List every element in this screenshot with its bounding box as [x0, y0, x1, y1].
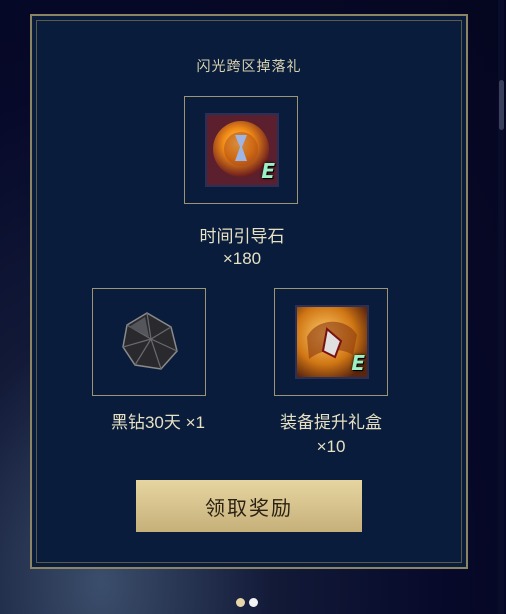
item-name-black-diamond: 黑钻30天 ×1 — [78, 412, 238, 434]
item-slot-equipment-upgrade-box[interactable]: E — [274, 288, 388, 396]
item-qty-time-guide-stone: ×180 — [222, 249, 262, 268]
carousel-dot[interactable] — [249, 598, 258, 607]
black-diamond-icon — [113, 305, 187, 379]
item-name-time-guide-stone: 时间引导石 — [199, 227, 285, 246]
item-slot-time-guide-stone[interactable]: E — [184, 96, 298, 204]
item-name-black-diamond-text: 黑钻30天 — [110, 413, 181, 432]
item-name-equipment-upgrade-box: 装备提升礼盒 — [280, 413, 382, 432]
claim-reward-button[interactable]: 领取奖励 — [136, 480, 362, 532]
time-guide-stone-icon: E — [205, 113, 279, 187]
item-qty-equipment-upgrade-box: ×10 — [316, 437, 346, 456]
carousel-indicator — [236, 598, 258, 607]
item-slot-black-diamond[interactable] — [92, 288, 206, 396]
item-qty-black-diamond: ×1 — [185, 413, 206, 432]
reward-screen: { "panel": { "title": "闪光跨区掉落礼", "items"… — [0, 0, 506, 614]
scrollbar-thumb[interactable] — [499, 80, 504, 130]
e-badge: E — [261, 159, 275, 183]
e-badge: E — [351, 351, 365, 375]
panel-title: 闪光跨区掉落礼 — [196, 58, 302, 74]
equipment-upgrade-box-icon: E — [295, 305, 369, 379]
reward-panel: 闪光跨区掉落礼 E 时间引导石 ×180 黑钻30天 ×1 E 装备提升礼盒 ×… — [30, 14, 468, 569]
carousel-dot[interactable] — [236, 598, 245, 607]
